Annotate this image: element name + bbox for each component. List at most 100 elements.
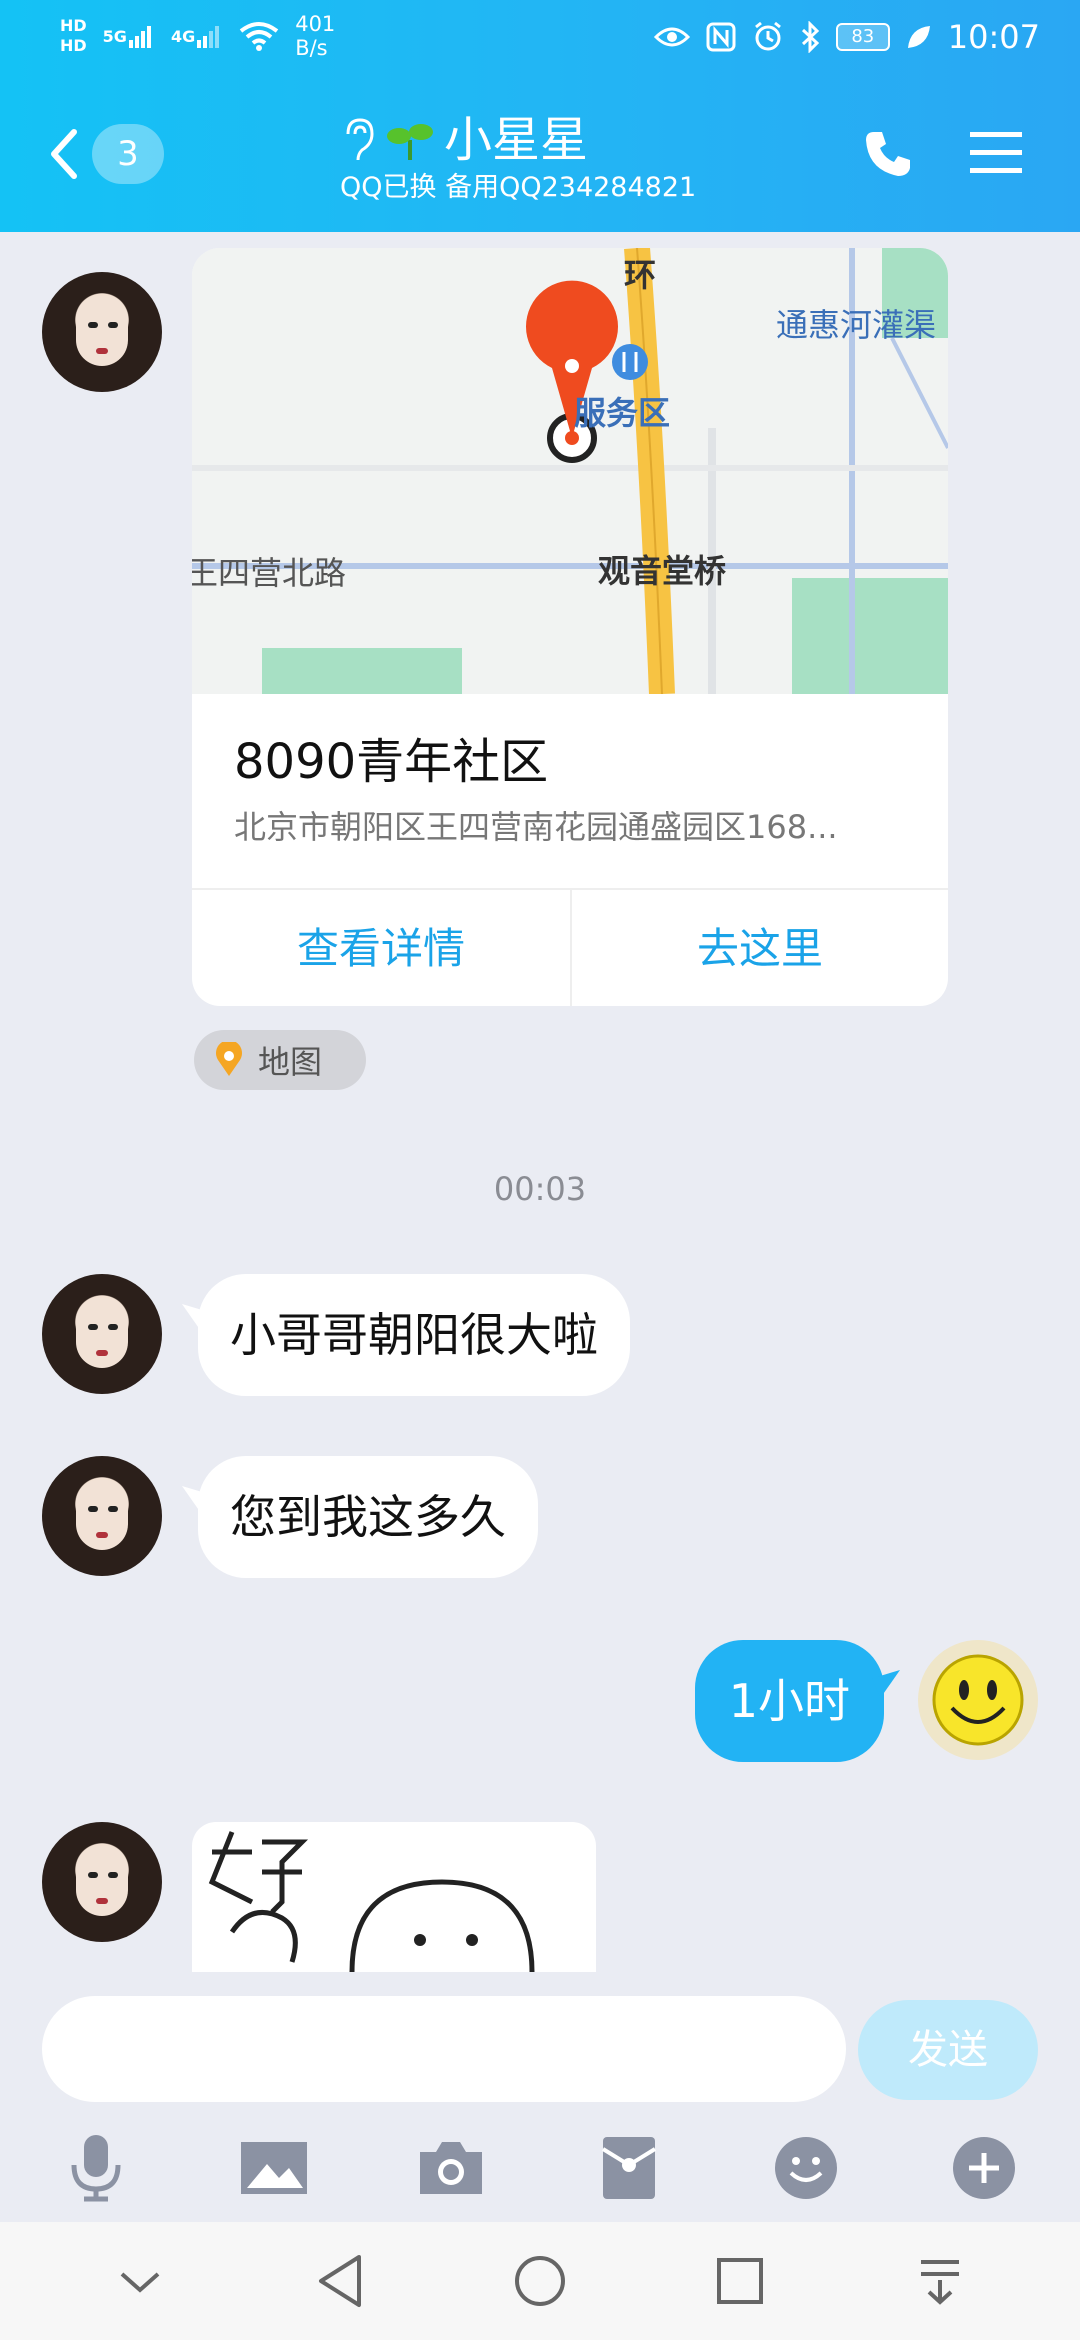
hd-badges: HD HD — [60, 16, 87, 56]
call-button[interactable] — [860, 126, 916, 182]
ear-icon — [346, 118, 374, 161]
status-time: 10:07 — [947, 18, 1040, 56]
message-timestamp: 00:03 — [493, 1170, 587, 1208]
avatar-lips — [96, 1532, 108, 1538]
sticker-drawing — [208, 1831, 535, 1972]
eye-icon — [653, 27, 690, 47]
nav-recents-button[interactable] — [700, 2241, 780, 2321]
contact-name: 小星星 — [444, 112, 589, 168]
avatar-eye — [88, 1324, 98, 1330]
map-label-huan: 环 — [624, 256, 657, 294]
contact-subtitle: QQ已换 备用QQ234284821 — [340, 172, 697, 203]
back-triangle-icon — [319, 2255, 361, 2307]
map-label-bridge: 观音堂桥 — [598, 552, 727, 590]
place-address: 北京市朝阳区王四营南花园通盛园区168... — [234, 808, 838, 846]
chevron-left-icon — [51, 129, 77, 179]
contact-title: 小星星 — [340, 112, 760, 168]
red-packet-icon — [601, 2137, 656, 2199]
status-bar-right: 83 10:07 — [653, 18, 1040, 56]
incoming-message-bubble[interactable]: 小哥哥朝阳很大啦 — [198, 1274, 630, 1396]
location-actions: 查看详情 去这里 — [192, 888, 948, 1006]
bluetooth-icon — [801, 21, 819, 53]
home-circle-icon — [515, 2256, 565, 2306]
photo-button[interactable] — [234, 2128, 314, 2208]
map-label-road: 王四营北路 — [192, 554, 347, 592]
back-button[interactable] — [44, 124, 84, 184]
menu-button[interactable] — [968, 128, 1024, 178]
plus-icon — [952, 2137, 1015, 2199]
camera-button[interactable] — [411, 2128, 491, 2208]
message-input[interactable] — [42, 1996, 846, 2102]
avatar-eye — [88, 1872, 98, 1878]
contact-avatar[interactable] — [42, 1822, 162, 1942]
send-button[interactable]: 发送 — [858, 2000, 1038, 2100]
emoji-icon — [775, 2137, 838, 2199]
chat-header: HD HD 5G 4G 401 B/s 83 10:07 3 小星星 QQ已换 … — [0, 0, 1080, 232]
sprout-icon — [387, 124, 433, 160]
more-button[interactable] — [944, 2128, 1024, 2208]
nfc-icon — [706, 22, 736, 52]
collapse-icon — [120, 2272, 160, 2293]
contact-avatar[interactable] — [42, 272, 162, 392]
avatar-eye — [88, 322, 98, 328]
system-navigation-bar — [0, 2222, 1080, 2340]
sticker-image[interactable] — [192, 1822, 596, 1972]
self-avatar[interactable] — [918, 1640, 1038, 1760]
recents-square-icon — [717, 2258, 763, 2304]
avatar-lips — [96, 1898, 108, 1904]
notification-pull-button[interactable] — [900, 2241, 980, 2321]
collapse-button[interactable] — [100, 2241, 180, 2321]
location-info: 8090青年社区 北京市朝阳区王四营南花园通盛园区168... — [192, 694, 948, 894]
avatar-face — [76, 1846, 128, 1916]
signal-bars-icon — [197, 26, 220, 48]
voice-button[interactable] — [56, 2128, 136, 2208]
view-details-button[interactable]: 查看详情 — [192, 890, 570, 1006]
hd-badge-2: HD — [60, 36, 87, 55]
hd-badge-1: HD — [60, 16, 87, 35]
camera-icon — [420, 2142, 483, 2194]
avatar-face — [76, 1298, 128, 1368]
rate-unit: B/s — [295, 36, 328, 60]
map-label-service-area: 服务区 — [574, 394, 671, 432]
location-pin-icon — [216, 1042, 242, 1076]
leaf-icon — [907, 26, 930, 48]
contact-avatar[interactable] — [42, 1456, 162, 1576]
map-tag-label: 地图 — [258, 1043, 323, 1081]
battery-indicator: 83 — [835, 23, 890, 51]
input-toolbar — [0, 2128, 1080, 2208]
wifi-icon — [239, 22, 279, 51]
map-source-tag[interactable]: 地图 — [194, 1030, 366, 1090]
avatar-eye — [108, 1324, 118, 1330]
avatar-lips — [96, 348, 108, 354]
avatar-eye — [88, 1506, 98, 1512]
place-name: 8090青年社区 — [234, 734, 549, 790]
signal-5g: 5G — [103, 24, 155, 48]
hamburger-menu-icon — [970, 132, 1022, 173]
navigate-here-button[interactable]: 去这里 — [570, 890, 948, 1006]
location-card[interactable]: 环 通惠河灌渠 服务区 王四营北路 观音堂桥 8090青年社区 北京市朝阳区王四… — [192, 248, 948, 1006]
nav-home-button[interactable] — [500, 2241, 580, 2321]
microphone-icon — [71, 2135, 121, 2202]
avatar-face — [76, 1480, 128, 1550]
emoji-button[interactable] — [766, 2128, 846, 2208]
chat-title-area[interactable]: 小星星 QQ已换 备用QQ234284821 — [340, 112, 760, 203]
image-icon — [240, 2142, 307, 2194]
avatar-eye — [108, 1872, 118, 1878]
nav-back-button[interactable] — [300, 2241, 380, 2321]
unread-count-badge[interactable]: 3 — [92, 124, 164, 184]
signal-label-4g: 4G — [170, 27, 196, 46]
signal-4g: 4G — [171, 24, 223, 48]
contact-avatar[interactable] — [42, 1274, 162, 1394]
incoming-message-bubble[interactable]: 您到我这多久 — [198, 1456, 538, 1578]
outgoing-message-bubble[interactable]: 1小时 — [694, 1640, 884, 1762]
avatar-eye — [108, 322, 118, 328]
avatar-lips — [96, 1350, 108, 1356]
network-rate: 401 B/s — [295, 12, 335, 60]
map-preview[interactable]: 环 通惠河灌渠 服务区 王四营北路 观音堂桥 — [192, 248, 948, 694]
phone-icon — [866, 132, 910, 176]
signal-bars-icon — [128, 26, 151, 48]
rate-value: 401 — [295, 12, 336, 36]
signal-label-5g: 5G — [102, 27, 127, 46]
alarm-icon — [754, 21, 781, 51]
red-packet-button[interactable] — [589, 2128, 669, 2208]
